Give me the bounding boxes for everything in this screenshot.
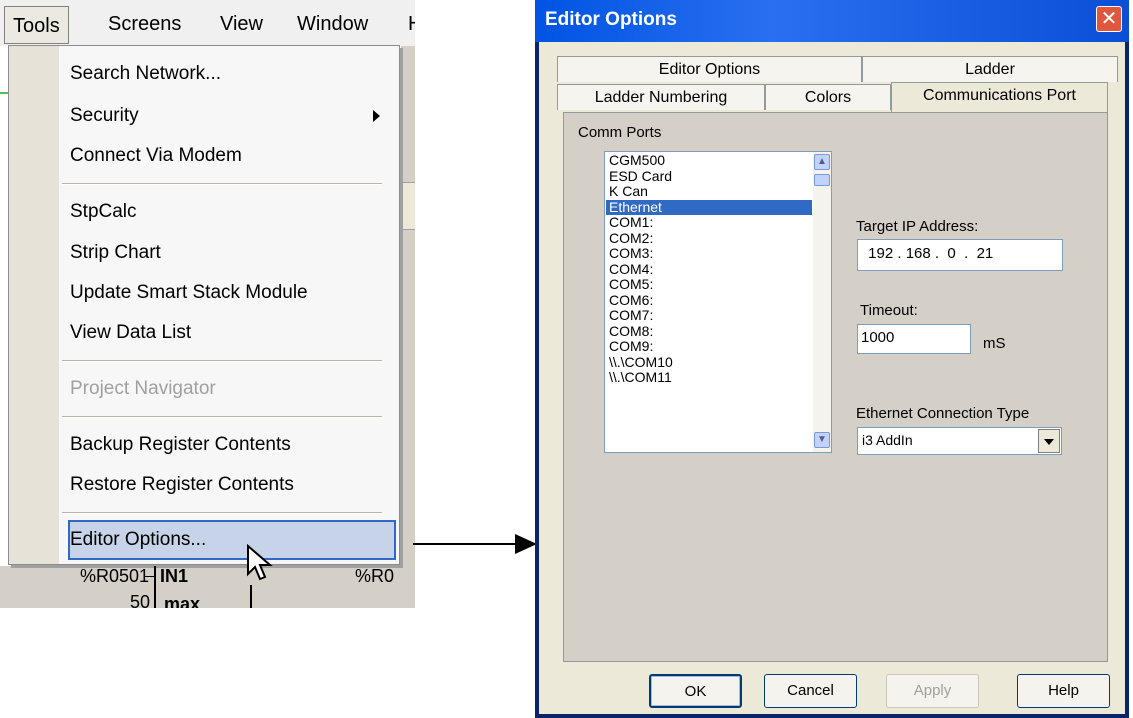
ok-button[interactable]: OK (649, 674, 742, 708)
scroll-down-icon[interactable]: ▼ (814, 432, 830, 448)
menu-item-project-navigator: Project Navigator (70, 378, 216, 399)
list-item[interactable]: COM3: (606, 245, 812, 262)
menu-item-restore-register-contents[interactable]: Restore Register Contents (70, 473, 294, 497)
connection-type-select[interactable]: i3 AddIn (857, 427, 1062, 455)
list-item[interactable]: COM1: (606, 214, 812, 231)
list-item[interactable]: ESD Card (606, 168, 812, 185)
menu-item-strip-chart[interactable]: Strip Chart (70, 241, 161, 265)
menu-item-view-data-list[interactable]: View Data List (70, 321, 191, 345)
ladder-block-input: IN1 (160, 566, 189, 586)
list-item[interactable]: \\.\COM11 (606, 369, 812, 386)
communications-port-panel: Comm Ports CGM500 ESD Card K Can Etherne… (563, 112, 1108, 662)
target-ip-label: Target IP Address: (856, 218, 979, 235)
timeout-unit-label: mS (983, 335, 1006, 352)
menubar-view[interactable]: View (220, 12, 263, 36)
list-item[interactable]: COM6: (606, 292, 812, 309)
list-item[interactable]: COM9: (606, 338, 812, 355)
scroll-up-icon[interactable]: ▲ (814, 154, 830, 170)
comm-ports-scrollbar[interactable]: ▲ ▼ (813, 152, 831, 452)
tab-ladder-numbering[interactable]: Ladder Numbering (557, 84, 765, 110)
menu-separator (62, 512, 382, 514)
ladder-wire (144, 576, 154, 577)
menu-item-editor-options[interactable]: Editor Options... (70, 528, 206, 552)
mouse-pointer-icon (247, 544, 273, 581)
tab-colors[interactable]: Colors (765, 84, 891, 110)
cancel-button[interactable]: Cancel (764, 674, 857, 708)
apply-button: Apply (886, 674, 979, 708)
tab-communications-port[interactable]: Communications Port (891, 82, 1108, 112)
dialog-titlebar[interactable]: Editor Options ✕ (535, 0, 1129, 42)
menu-item-backup-register-contents[interactable]: Backup Register Contents (70, 433, 291, 457)
menu-bar: Tools Screens View Window H (0, 0, 415, 47)
dialog-body: Editor Options Ladder Ladder Numbering C… (539, 42, 1125, 714)
chevron-down-icon[interactable] (1038, 429, 1060, 453)
target-ip-field[interactable]: 192 . 168 . 0 . 21 (857, 239, 1063, 271)
menu-item-update-smart-stack-module[interactable]: Update Smart Stack Module (70, 281, 308, 305)
menu-item-security[interactable]: Security (70, 104, 139, 128)
list-item[interactable]: K Can (606, 183, 812, 200)
list-item-selected[interactable]: Ethernet (606, 199, 812, 215)
background-green-mark (0, 92, 8, 94)
comm-ports-listbox[interactable]: CGM500 ESD Card K Can Ethernet COM1: COM… (604, 151, 832, 453)
list-item[interactable]: COM5: (606, 276, 812, 293)
menu-separator (62, 183, 382, 185)
background-toolbar-fragment (400, 182, 415, 230)
menu-item-connect-via-modem[interactable]: Connect Via Modem (70, 144, 242, 168)
menu-icon-gutter (9, 46, 59, 564)
list-item[interactable]: COM4: (606, 261, 812, 278)
background-app-right (400, 46, 415, 566)
scroll-thumb[interactable] (814, 174, 830, 186)
ladder-value: 50 (130, 592, 151, 608)
tools-menu-screenshot: Tools Screens View Window H Search Netwo… (0, 0, 415, 608)
menu-separator (62, 360, 382, 362)
close-icon[interactable]: ✕ (1096, 6, 1122, 32)
menubar-tools[interactable]: Tools (4, 6, 69, 44)
connector-arrow-line (413, 543, 517, 545)
ladder-block-param: max (164, 594, 201, 608)
list-item[interactable]: COM2: (606, 230, 812, 247)
list-item[interactable]: CGM500 (606, 152, 812, 169)
menubar-window[interactable]: Window (297, 12, 368, 36)
timeout-field[interactable]: 1000 (857, 324, 971, 354)
connection-type-value: i3 AddIn (862, 432, 913, 448)
tab-editor-options[interactable]: Editor Options (557, 56, 862, 82)
ladder-block-edge (154, 566, 156, 608)
timeout-label: Timeout: (860, 302, 918, 319)
list-item[interactable]: COM8: (606, 323, 812, 340)
connection-type-label: Ethernet Connection Type (856, 405, 1030, 422)
list-item[interactable]: \\.\COM10 (606, 354, 812, 371)
tab-ladder[interactable]: Ladder (862, 56, 1118, 82)
menu-item-search-network[interactable]: Search Network... (70, 62, 221, 86)
menubar-help[interactable]: H (408, 12, 415, 36)
dialog-title: Editor Options (545, 9, 677, 30)
ladder-block-edge-right (250, 585, 252, 608)
submenu-arrow-icon (373, 110, 380, 122)
list-item[interactable]: COM7: (606, 307, 812, 324)
menubar-screens[interactable]: Screens (108, 12, 181, 36)
connector-arrow-head-icon (515, 534, 537, 554)
menu-item-stpcalc[interactable]: StpCalc (70, 200, 137, 224)
comm-ports-label: Comm Ports (578, 124, 662, 141)
menu-separator (62, 416, 382, 418)
editor-options-dialog: Editor Options ✕ Editor Options Ladder L… (535, 0, 1129, 718)
ladder-register-right: %R0 (355, 566, 395, 586)
ladder-register-left: %R0501 (80, 566, 150, 586)
help-button[interactable]: Help (1017, 674, 1110, 708)
